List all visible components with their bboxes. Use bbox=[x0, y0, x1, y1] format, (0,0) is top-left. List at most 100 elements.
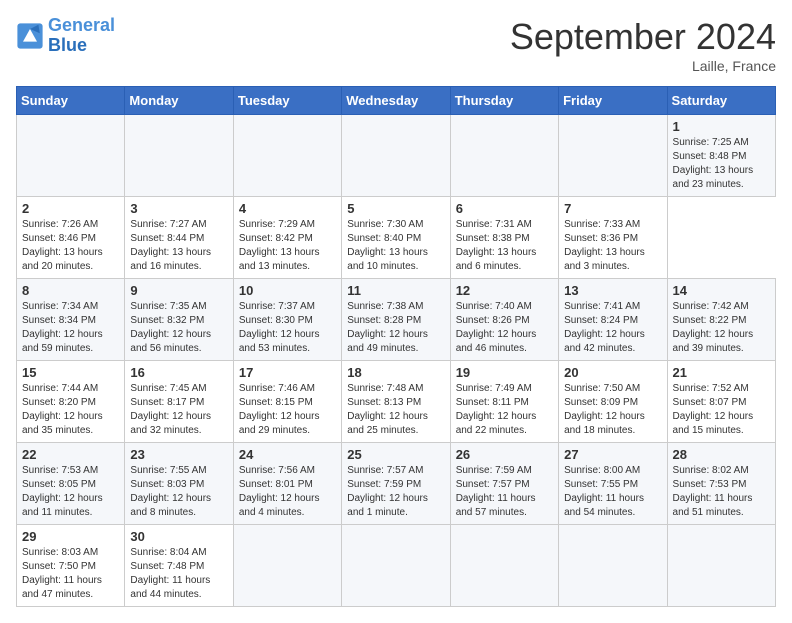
daylight: Daylight: 13 hours and 16 minutes. bbox=[130, 246, 227, 274]
calendar-cell: 1 Sunrise: 7:25 AM Sunset: 8:48 PM Dayli… bbox=[667, 115, 775, 197]
day-info: Sunrise: 7:59 AM Sunset: 7:57 PM Dayligh… bbox=[456, 464, 553, 520]
sunset: Sunset: 8:46 PM bbox=[22, 232, 119, 246]
day-number: 12 bbox=[456, 283, 553, 298]
day-number: 18 bbox=[347, 365, 444, 380]
calendar-cell: 12 Sunrise: 7:40 AM Sunset: 8:26 PM Dayl… bbox=[450, 279, 558, 361]
sunrise: Sunrise: 7:57 AM bbox=[347, 464, 444, 478]
day-number: 10 bbox=[239, 283, 336, 298]
sunset: Sunset: 8:28 PM bbox=[347, 314, 444, 328]
day-number: 11 bbox=[347, 283, 444, 298]
calendar-cell: 30 Sunrise: 8:04 AM Sunset: 7:48 PM Dayl… bbox=[125, 525, 233, 607]
sunrise: Sunrise: 7:41 AM bbox=[564, 300, 661, 314]
day-info: Sunrise: 7:33 AM Sunset: 8:36 PM Dayligh… bbox=[564, 218, 661, 274]
calendar-cell: 14 Sunrise: 7:42 AM Sunset: 8:22 PM Dayl… bbox=[667, 279, 775, 361]
daylight: Daylight: 12 hours and 8 minutes. bbox=[130, 492, 227, 520]
sunrise: Sunrise: 7:29 AM bbox=[239, 218, 336, 232]
sunset: Sunset: 8:34 PM bbox=[22, 314, 119, 328]
day-number: 8 bbox=[22, 283, 119, 298]
sunset: Sunset: 8:20 PM bbox=[22, 396, 119, 410]
sunset: Sunset: 8:48 PM bbox=[673, 150, 770, 164]
header-wednesday: Wednesday bbox=[342, 87, 450, 115]
daylight: Daylight: 12 hours and 56 minutes. bbox=[130, 328, 227, 356]
sunset: Sunset: 8:44 PM bbox=[130, 232, 227, 246]
daylight: Daylight: 13 hours and 10 minutes. bbox=[347, 246, 444, 274]
day-number: 27 bbox=[564, 447, 661, 462]
calendar-cell bbox=[450, 525, 558, 607]
day-info: Sunrise: 7:52 AM Sunset: 8:07 PM Dayligh… bbox=[673, 382, 770, 438]
day-number: 17 bbox=[239, 365, 336, 380]
logo: General Blue bbox=[16, 16, 115, 56]
calendar-cell: 23 Sunrise: 7:55 AM Sunset: 8:03 PM Dayl… bbox=[125, 443, 233, 525]
day-number: 4 bbox=[239, 201, 336, 216]
day-info: Sunrise: 7:53 AM Sunset: 8:05 PM Dayligh… bbox=[22, 464, 119, 520]
calendar-cell bbox=[559, 525, 667, 607]
sunrise: Sunrise: 7:38 AM bbox=[347, 300, 444, 314]
sunset: Sunset: 8:01 PM bbox=[239, 478, 336, 492]
sunrise: Sunrise: 8:00 AM bbox=[564, 464, 661, 478]
page-header: General Blue September 2024 Laille, Fran… bbox=[16, 16, 776, 74]
sunset: Sunset: 8:05 PM bbox=[22, 478, 119, 492]
day-number: 1 bbox=[673, 119, 770, 134]
sunrise: Sunrise: 7:31 AM bbox=[456, 218, 553, 232]
day-info: Sunrise: 8:04 AM Sunset: 7:48 PM Dayligh… bbox=[130, 546, 227, 602]
day-info: Sunrise: 7:56 AM Sunset: 8:01 PM Dayligh… bbox=[239, 464, 336, 520]
daylight: Daylight: 12 hours and 4 minutes. bbox=[239, 492, 336, 520]
calendar-cell: 8 Sunrise: 7:34 AM Sunset: 8:34 PM Dayli… bbox=[17, 279, 125, 361]
day-number: 24 bbox=[239, 447, 336, 462]
day-info: Sunrise: 7:41 AM Sunset: 8:24 PM Dayligh… bbox=[564, 300, 661, 356]
header-monday: Monday bbox=[125, 87, 233, 115]
day-number: 9 bbox=[130, 283, 227, 298]
calendar-header: Sunday Monday Tuesday Wednesday Thursday… bbox=[17, 87, 776, 115]
day-number: 21 bbox=[673, 365, 770, 380]
sunrise: Sunrise: 8:03 AM bbox=[22, 546, 119, 560]
calendar-cell: 5 Sunrise: 7:30 AM Sunset: 8:40 PM Dayli… bbox=[342, 197, 450, 279]
day-info: Sunrise: 7:38 AM Sunset: 8:28 PM Dayligh… bbox=[347, 300, 444, 356]
daylight: Daylight: 13 hours and 20 minutes. bbox=[22, 246, 119, 274]
calendar-cell: 3 Sunrise: 7:27 AM Sunset: 8:44 PM Dayli… bbox=[125, 197, 233, 279]
calendar-table: Sunday Monday Tuesday Wednesday Thursday… bbox=[16, 86, 776, 607]
day-number: 29 bbox=[22, 529, 119, 544]
calendar-cell bbox=[342, 525, 450, 607]
sunrise: Sunrise: 7:33 AM bbox=[564, 218, 661, 232]
day-number: 6 bbox=[456, 201, 553, 216]
calendar-body: 1 Sunrise: 7:25 AM Sunset: 8:48 PM Dayli… bbox=[17, 115, 776, 607]
month-title: September 2024 bbox=[510, 16, 776, 58]
day-info: Sunrise: 7:50 AM Sunset: 8:09 PM Dayligh… bbox=[564, 382, 661, 438]
calendar-cell: 6 Sunrise: 7:31 AM Sunset: 8:38 PM Dayli… bbox=[450, 197, 558, 279]
daylight: Daylight: 13 hours and 3 minutes. bbox=[564, 246, 661, 274]
day-info: Sunrise: 7:30 AM Sunset: 8:40 PM Dayligh… bbox=[347, 218, 444, 274]
sunset: Sunset: 8:26 PM bbox=[456, 314, 553, 328]
sunset: Sunset: 7:48 PM bbox=[130, 560, 227, 574]
calendar-cell: 19 Sunrise: 7:49 AM Sunset: 8:11 PM Dayl… bbox=[450, 361, 558, 443]
calendar-cell: 10 Sunrise: 7:37 AM Sunset: 8:30 PM Dayl… bbox=[233, 279, 341, 361]
daylight: Daylight: 12 hours and 49 minutes. bbox=[347, 328, 444, 356]
day-info: Sunrise: 7:44 AM Sunset: 8:20 PM Dayligh… bbox=[22, 382, 119, 438]
sunrise: Sunrise: 7:40 AM bbox=[456, 300, 553, 314]
header-saturday: Saturday bbox=[667, 87, 775, 115]
sunrise: Sunrise: 7:34 AM bbox=[22, 300, 119, 314]
sunrise: Sunrise: 7:55 AM bbox=[130, 464, 227, 478]
sunrise: Sunrise: 8:02 AM bbox=[673, 464, 770, 478]
day-info: Sunrise: 7:55 AM Sunset: 8:03 PM Dayligh… bbox=[130, 464, 227, 520]
day-number: 3 bbox=[130, 201, 227, 216]
sunset: Sunset: 8:17 PM bbox=[130, 396, 227, 410]
sunset: Sunset: 8:30 PM bbox=[239, 314, 336, 328]
sunrise: Sunrise: 7:53 AM bbox=[22, 464, 119, 478]
sunset: Sunset: 7:53 PM bbox=[673, 478, 770, 492]
daylight: Daylight: 12 hours and 18 minutes. bbox=[564, 410, 661, 438]
sunrise: Sunrise: 7:26 AM bbox=[22, 218, 119, 232]
day-info: Sunrise: 7:40 AM Sunset: 8:26 PM Dayligh… bbox=[456, 300, 553, 356]
sunrise: Sunrise: 7:48 AM bbox=[347, 382, 444, 396]
daylight: Daylight: 13 hours and 23 minutes. bbox=[673, 164, 770, 192]
day-info: Sunrise: 8:03 AM Sunset: 7:50 PM Dayligh… bbox=[22, 546, 119, 602]
logo-text: General Blue bbox=[48, 16, 115, 56]
sunrise: Sunrise: 7:44 AM bbox=[22, 382, 119, 396]
day-info: Sunrise: 7:29 AM Sunset: 8:42 PM Dayligh… bbox=[239, 218, 336, 274]
calendar-cell bbox=[125, 115, 233, 197]
sunrise: Sunrise: 7:25 AM bbox=[673, 136, 770, 150]
title-block: September 2024 Laille, France bbox=[510, 16, 776, 74]
calendar-cell bbox=[450, 115, 558, 197]
calendar-cell: 11 Sunrise: 7:38 AM Sunset: 8:28 PM Dayl… bbox=[342, 279, 450, 361]
daylight: Daylight: 12 hours and 25 minutes. bbox=[347, 410, 444, 438]
sunrise: Sunrise: 7:50 AM bbox=[564, 382, 661, 396]
